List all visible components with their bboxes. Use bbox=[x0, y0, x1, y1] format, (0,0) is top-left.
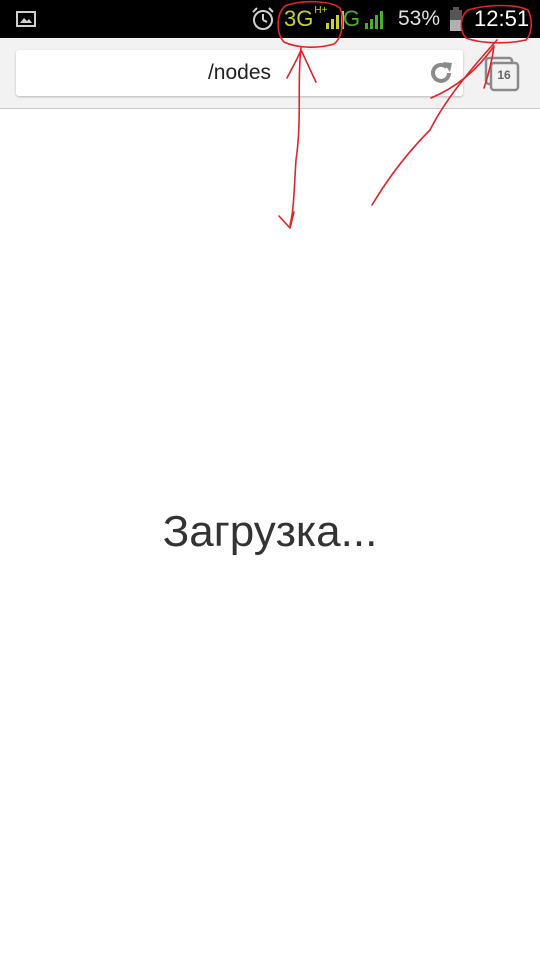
alarm-icon bbox=[250, 0, 276, 38]
battery-percent: 53% bbox=[398, 7, 441, 30]
battery-icon bbox=[449, 0, 463, 38]
status-clock: 12:51 bbox=[474, 6, 530, 31]
network-3g-label: 3G bbox=[284, 6, 314, 31]
url-text[interactable]: /nodes bbox=[16, 50, 463, 96]
tabs-button[interactable]: 16 bbox=[484, 56, 520, 92]
tabs-count: 16 bbox=[497, 68, 511, 82]
reload-icon[interactable] bbox=[427, 59, 455, 87]
network-type-primary: 3G H+ bbox=[284, 0, 347, 38]
browser-toolbar: /nodes 16 bbox=[0, 38, 540, 109]
signal-icon-secondary bbox=[365, 11, 384, 29]
url-bar[interactable]: /nodes bbox=[16, 50, 463, 96]
network-type-secondary: G bbox=[343, 0, 388, 38]
page-content: Загрузка... bbox=[0, 109, 540, 960]
network-g-label: G bbox=[343, 6, 361, 31]
loading-text: Загрузка... bbox=[162, 507, 378, 556]
gallery-icon bbox=[16, 0, 36, 38]
status-bar: 3G H+ G 53% 12:51 bbox=[0, 0, 540, 38]
network-hplus-label: H+ bbox=[314, 4, 328, 16]
